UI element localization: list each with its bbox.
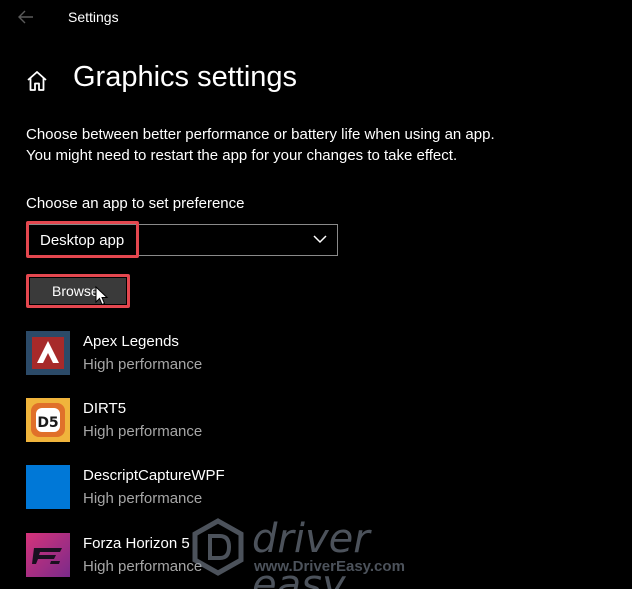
app-preference: High performance [83, 558, 203, 575]
app-name: DIRT5 [83, 400, 127, 417]
description-line-1: Choose between better performance or bat… [26, 126, 495, 143]
list-item[interactable]: D5 DIRT5 High performance [26, 398, 356, 444]
app-preference: High performance [83, 423, 203, 440]
browse-button[interactable]: Browse [30, 278, 126, 304]
app-preference: High performance [83, 356, 203, 373]
window-title: Settings [68, 9, 119, 25]
description-line-2: You might need to restart the app for yo… [26, 147, 458, 164]
dirt5-icon: D5 [26, 398, 70, 442]
chevron-down-icon [313, 235, 327, 244]
app-name: Apex Legends [83, 333, 179, 350]
back-button[interactable] [12, 5, 40, 29]
back-arrow-icon [18, 10, 33, 24]
list-item[interactable]: DescriptCaptureWPF High performance [26, 465, 356, 511]
choose-app-label: Choose an app to set preference [26, 195, 245, 212]
list-item[interactable]: Forza Horizon 5 High performance [26, 533, 356, 579]
settings-window: Settings Graphics settings Choose betwee… [0, 0, 632, 589]
app-preference: High performance [83, 490, 203, 507]
title-bar: Settings [0, 0, 632, 34]
dropdown-selected-value: Desktop app [40, 232, 125, 249]
forza-horizon-5-icon [26, 533, 70, 577]
descript-capture-icon [26, 465, 70, 509]
home-icon[interactable] [25, 69, 49, 93]
apex-legends-icon [26, 331, 70, 375]
app-type-dropdown[interactable]: Desktop app [26, 224, 338, 256]
page-title: Graphics settings [73, 61, 298, 93]
app-name: DescriptCaptureWPF [83, 467, 225, 484]
svg-text:D5: D5 [37, 415, 58, 431]
list-item[interactable]: Apex Legends High performance [26, 331, 356, 377]
app-name: Forza Horizon 5 [83, 535, 190, 552]
